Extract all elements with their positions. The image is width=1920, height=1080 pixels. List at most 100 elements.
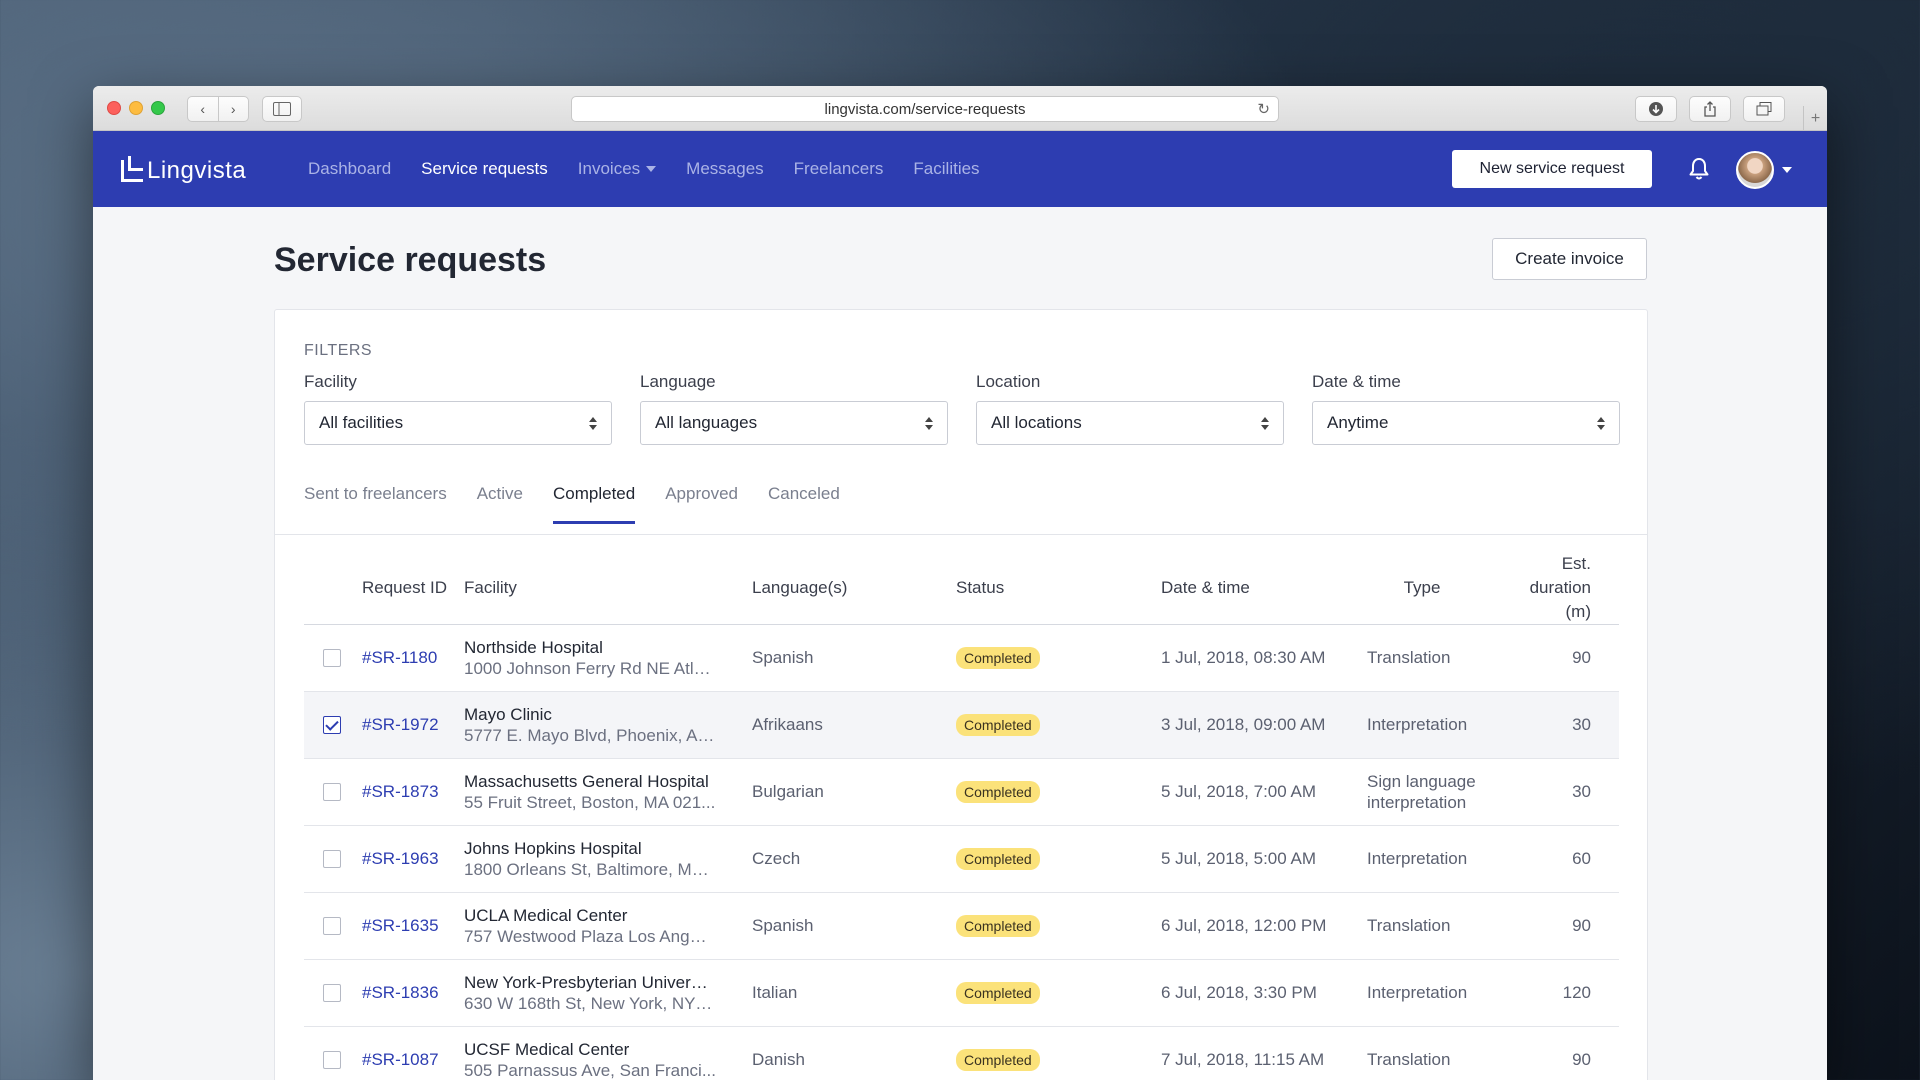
brand-logo[interactable]: Lingvista bbox=[121, 156, 246, 185]
user-menu[interactable] bbox=[1736, 151, 1792, 189]
type-cell: Interpretation bbox=[1367, 825, 1517, 893]
requests-card: FILTERS Facility All facilities Language… bbox=[274, 309, 1648, 1080]
chevron-down-icon bbox=[646, 166, 657, 172]
row-select-cell bbox=[304, 758, 362, 826]
nav-invoices[interactable]: Invoices bbox=[578, 159, 657, 179]
location-select[interactable]: All locations bbox=[976, 401, 1284, 445]
facility-cell: Johns Hopkins Hospital 1800 Orleans St, B… bbox=[464, 825, 752, 893]
facility-name: Mayo Clinic bbox=[464, 705, 552, 724]
duration-header[interactable]: Est. duration (m) bbox=[1517, 552, 1619, 625]
row-checkbox[interactable] bbox=[323, 716, 341, 734]
facility-address: 505 Parnassus Ave, San Franci... bbox=[464, 1061, 716, 1080]
type-cell: Interpretation bbox=[1367, 691, 1517, 759]
request-id-link[interactable]: #SR-1963 bbox=[362, 849, 439, 868]
facility-header[interactable]: Facility bbox=[464, 552, 752, 625]
type-cell: Translation bbox=[1367, 624, 1517, 692]
type-cell: Sign language interpretation bbox=[1367, 758, 1517, 826]
browser-toolbar: ‹ › lingvista.com/service-requests ↻ + bbox=[93, 86, 1827, 131]
languages-header[interactable]: Language(s) bbox=[752, 552, 956, 625]
logo-mark-icon bbox=[121, 156, 143, 182]
nav-dashboard[interactable]: Dashboard bbox=[308, 159, 391, 179]
nav-facilities[interactable]: Facilities bbox=[913, 159, 979, 179]
table-row[interactable]: #SR-1836 New York-Presbyterian Universi.… bbox=[304, 959, 1619, 1027]
table-row[interactable]: #SR-1972 Mayo Clinic 5777 E. Mayo Blvd, P… bbox=[304, 691, 1619, 759]
status-header[interactable]: Status bbox=[956, 552, 1161, 625]
status-badge: Completed bbox=[956, 848, 1040, 870]
tab-sent-to-freelancers[interactable]: Sent to freelancers bbox=[304, 484, 447, 524]
row-select-cell bbox=[304, 624, 362, 692]
request-id-link[interactable]: #SR-1635 bbox=[362, 916, 439, 935]
date-time-filter-label: Date & time bbox=[1312, 372, 1401, 391]
facility-address: 1000 Johnson Ferry Rd NE Atla... bbox=[464, 659, 716, 678]
language-cell: Afrikaans bbox=[752, 691, 956, 759]
request-id-link[interactable]: #SR-1873 bbox=[362, 782, 439, 801]
tab-completed[interactable]: Completed bbox=[553, 484, 636, 524]
table-row[interactable]: #SR-1180 Northside Hospital 1000 Johnson … bbox=[304, 624, 1619, 692]
date-time-header[interactable]: Date & time bbox=[1161, 552, 1367, 625]
requests-table: Request ID Facility Language(s) Status D… bbox=[304, 552, 1619, 1080]
row-checkbox[interactable] bbox=[323, 1051, 341, 1069]
request-id-link[interactable]: #SR-1836 bbox=[362, 983, 439, 1002]
facility-select[interactable]: All facilities bbox=[304, 401, 612, 445]
avatar bbox=[1736, 151, 1774, 189]
facility-address: 1800 Orleans St, Baltimore, MD ... bbox=[464, 860, 716, 879]
table-row[interactable]: #SR-1963 Johns Hopkins Hospital 1800 Orle… bbox=[304, 825, 1619, 893]
type-header[interactable]: Type bbox=[1367, 552, 1517, 625]
minimize-window-button[interactable] bbox=[129, 101, 143, 115]
row-checkbox[interactable] bbox=[323, 984, 341, 1002]
status-tabs: Sent to freelancers Active Completed App… bbox=[304, 484, 840, 524]
facility-filter-label: Facility bbox=[304, 372, 357, 391]
primary-nav: Dashboard Service requests Invoices Mess… bbox=[308, 131, 980, 207]
sidebar-toggle-icon[interactable] bbox=[262, 96, 302, 122]
nav-messages[interactable]: Messages bbox=[686, 159, 763, 179]
language-cell: Italian bbox=[752, 959, 956, 1027]
download-icon[interactable] bbox=[1635, 96, 1677, 122]
address-bar[interactable]: lingvista.com/service-requests ↻ bbox=[571, 96, 1279, 122]
create-invoice-button[interactable]: Create invoice bbox=[1492, 238, 1647, 280]
new-service-request-button[interactable]: New service request bbox=[1452, 150, 1652, 188]
table-row[interactable]: #SR-1873 Massachusetts General Hospital 5… bbox=[304, 758, 1619, 826]
date-time-cell: 5 Jul, 2018, 7:00 AM bbox=[1161, 758, 1367, 826]
page-content: Service requests Create invoice FILTERS … bbox=[93, 207, 1827, 1080]
request-id-link[interactable]: #SR-1180 bbox=[362, 648, 437, 667]
language-select[interactable]: All languages bbox=[640, 401, 948, 445]
date-time-cell: 6 Jul, 2018, 3:30 PM bbox=[1161, 959, 1367, 1027]
bell-icon[interactable] bbox=[1685, 155, 1713, 183]
date-time-cell: 7 Jul, 2018, 11:15 AM bbox=[1161, 1026, 1367, 1080]
row-checkbox[interactable] bbox=[323, 649, 341, 667]
request-id-link[interactable]: #SR-1087 bbox=[362, 1050, 439, 1069]
facility-address: 630 W 168th St, New York, NY 1... bbox=[464, 994, 716, 1013]
duration-cell: 120 bbox=[1517, 959, 1619, 1027]
row-checkbox[interactable] bbox=[323, 850, 341, 868]
table-row[interactable]: #SR-1635 UCLA Medical Center 757 Westwood… bbox=[304, 892, 1619, 960]
tab-active[interactable]: Active bbox=[477, 484, 523, 524]
facility-address: 5777 E. Mayo Blvd, Phoenix, AZ... bbox=[464, 726, 716, 745]
app-navbar: Lingvista Dashboard Service requests Inv… bbox=[93, 131, 1827, 207]
close-window-button[interactable] bbox=[107, 101, 121, 115]
chevron-right-icon[interactable]: › bbox=[219, 97, 249, 121]
tab-overview-icon[interactable] bbox=[1743, 96, 1785, 122]
request-id-link[interactable]: #SR-1972 bbox=[362, 715, 439, 734]
tab-canceled[interactable]: Canceled bbox=[768, 484, 840, 524]
new-tab-icon[interactable]: + bbox=[1803, 106, 1827, 131]
type-cell: Interpretation bbox=[1367, 959, 1517, 1027]
chevron-left-icon[interactable]: ‹ bbox=[188, 97, 219, 121]
row-checkbox[interactable] bbox=[323, 783, 341, 801]
facility-address: 55 Fruit Street, Boston, MA 021... bbox=[464, 793, 716, 812]
tab-approved[interactable]: Approved bbox=[665, 484, 738, 524]
date-time-cell: 1 Jul, 2018, 08:30 AM bbox=[1161, 624, 1367, 692]
row-checkbox[interactable] bbox=[323, 917, 341, 935]
request-id-header[interactable]: Request ID bbox=[362, 552, 464, 625]
date-time-select[interactable]: Anytime bbox=[1312, 401, 1620, 445]
language-filter-label: Language bbox=[640, 372, 716, 391]
facility-name: UCLA Medical Center bbox=[464, 906, 628, 925]
language-cell: Spanish bbox=[752, 892, 956, 960]
table-row[interactable]: #SR-1087 UCSF Medical Center 505 Parnassu… bbox=[304, 1026, 1619, 1080]
zoom-window-button[interactable] bbox=[151, 101, 165, 115]
share-icon[interactable] bbox=[1689, 96, 1731, 122]
nav-freelancers[interactable]: Freelancers bbox=[794, 159, 884, 179]
nav-service-requests[interactable]: Service requests bbox=[421, 159, 548, 179]
facility-name: UCSF Medical Center bbox=[464, 1040, 630, 1059]
language-cell: Danish bbox=[752, 1026, 956, 1080]
reload-icon[interactable]: ↻ bbox=[1257, 100, 1270, 118]
